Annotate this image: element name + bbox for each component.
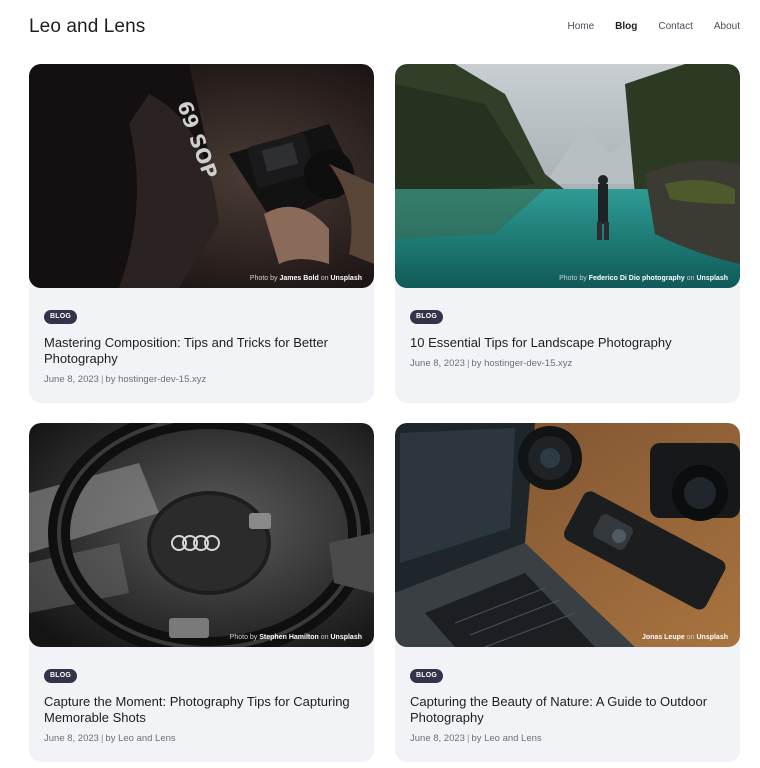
post-author: by hostinger-dev-15.xyz — [105, 374, 207, 385]
photo-credit: Photo by James Bold on Unsplash — [249, 275, 362, 282]
post-image-laptop-gear[interactable]: Jonas Leupe on Unsplash — [395, 423, 740, 647]
nav-home[interactable]: Home — [567, 21, 594, 32]
post-date: June 8, 2023 — [410, 358, 465, 369]
category-badge[interactable]: BLOG — [410, 310, 444, 324]
post-author: by Leo and Lens — [471, 733, 542, 744]
photo-credit: Photo by Stephen Hamilton on Unsplash — [229, 634, 362, 641]
post-author: by hostinger-dev-15.xyz — [471, 358, 573, 369]
nav-blog[interactable]: Blog — [615, 21, 637, 32]
post-meta: June 8, 2023 | by Leo and Lens — [410, 733, 542, 744]
site-title[interactable]: Leo and Lens — [29, 16, 145, 38]
post-card[interactable]: 69 SOP Photo by James Bold on Unsplash B… — [29, 64, 374, 403]
category-badge[interactable]: BLOG — [410, 669, 444, 683]
category-badge[interactable]: BLOG — [44, 669, 78, 683]
post-author: by Leo and Lens — [105, 733, 176, 744]
nav-about[interactable]: About — [714, 21, 740, 32]
post-card[interactable]: Photo by Federico Di Dio photography on … — [395, 64, 740, 403]
photo-credit: Jonas Leupe on Unsplash — [641, 634, 728, 641]
post-title[interactable]: Mastering Composition: Tips and Tricks f… — [44, 335, 364, 366]
category-badge[interactable]: BLOG — [44, 310, 78, 324]
post-card[interactable]: Jonas Leupe on Unsplash BLOG Capturing t… — [395, 423, 740, 762]
post-image-landscape[interactable]: Photo by Federico Di Dio photography on … — [395, 64, 740, 288]
post-image-camera[interactable]: 69 SOP Photo by James Bold on Unsplash — [29, 64, 374, 288]
post-meta: June 8, 2023 | by hostinger-dev-15.xyz — [410, 358, 573, 369]
post-title[interactable]: 10 Essential Tips for Landscape Photogra… — [410, 335, 730, 351]
post-meta: June 8, 2023 | by Leo and Lens — [44, 733, 176, 744]
post-meta: June 8, 2023 | by hostinger-dev-15.xyz — [44, 374, 207, 385]
site-header: Leo and Lens Home Blog Contact About — [0, 0, 760, 60]
post-image-steering-wheel[interactable]: Photo by Stephen Hamilton on Unsplash — [29, 423, 374, 647]
post-card[interactable]: Photo by Stephen Hamilton on Unsplash BL… — [29, 423, 374, 762]
post-date: June 8, 2023 — [44, 733, 99, 744]
nav-contact[interactable]: Contact — [658, 21, 692, 32]
post-date: June 8, 2023 — [44, 374, 99, 385]
main-nav: Home Blog Contact About — [567, 21, 740, 32]
photo-credit: Photo by Federico Di Dio photography on … — [559, 275, 728, 282]
post-date: June 8, 2023 — [410, 733, 465, 744]
post-title[interactable]: Capture the Moment: Photography Tips for… — [44, 694, 364, 725]
post-title[interactable]: Capturing the Beauty of Nature: A Guide … — [410, 694, 730, 725]
